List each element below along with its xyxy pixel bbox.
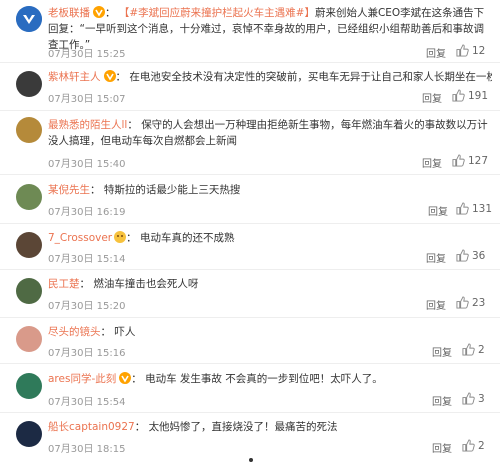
- comment-username[interactable]: ares同学-此刻: [48, 373, 116, 385]
- comment-text: 电动车真的还不成熟: [139, 232, 235, 244]
- verified-icon: [116, 372, 132, 385]
- comment-time: 07月30日 16:19: [48, 207, 126, 218]
- reply-button[interactable]: 回复: [432, 393, 452, 408]
- comment-username[interactable]: 老板联播: [48, 7, 90, 19]
- comment-username[interactable]: 民工楚: [48, 278, 80, 290]
- like-button[interactable]: 36: [456, 249, 485, 262]
- thumb-up-icon: [462, 439, 475, 452]
- comment-text: 电动车 发生事故 不会真的一步到位吧！太吓人了。: [145, 373, 383, 385]
- like-button[interactable]: 23: [456, 296, 485, 309]
- thumb-up-icon: [452, 89, 465, 102]
- thumb-up-icon: [456, 296, 469, 309]
- comment-text: 燃油车撞击也会死人呀: [93, 278, 199, 290]
- avatar[interactable]: [16, 184, 42, 210]
- comment-list: 老板联播： 【#李斌回应蔚来撞护栏起火车主遇难#】蔚来创始人兼CEO李斌在这条通…: [0, 0, 500, 459]
- avatar[interactable]: [16, 326, 42, 352]
- thumb-up-icon: [456, 249, 469, 262]
- like-count: 3: [478, 392, 485, 405]
- verified-icon: [101, 70, 116, 83]
- reply-button[interactable]: 回复: [432, 440, 452, 455]
- comment-text: 特斯拉的话最少能上三天热搜: [103, 184, 241, 196]
- comment-username[interactable]: 7_Crossover: [48, 232, 112, 244]
- comment-item: 紫林轩主人： 在电池安全技术没有决定性的突破前，买电车无异于让自己和家人长期坐在…: [0, 63, 500, 111]
- comment-item: 7_Crossover： 电动车真的还不成熟 07月30日 15:14 回复 3…: [0, 224, 500, 270]
- comment-item: 船长captain0927： 太他妈惨了，直接烧没了！最痛苦的死法 07月30日…: [0, 413, 500, 459]
- comment-time: 07月30日 15:54: [48, 397, 126, 408]
- like-button[interactable]: 127: [452, 154, 488, 167]
- comment-username[interactable]: 某倪先生: [48, 184, 90, 196]
- pagination-dot: [249, 458, 253, 462]
- reply-button[interactable]: 回复: [426, 250, 446, 265]
- comment-text: 吓人: [114, 326, 136, 338]
- comment-username[interactable]: 紫林轩主人: [48, 71, 101, 83]
- reply-button[interactable]: 回复: [426, 45, 446, 60]
- avatar[interactable]: [16, 71, 42, 97]
- comment-time: 07月30日 18:15: [48, 444, 126, 455]
- comment-username[interactable]: 尽头的镜头: [48, 326, 101, 338]
- like-count: 2: [478, 343, 485, 356]
- like-button[interactable]: 131: [456, 202, 492, 215]
- like-button[interactable]: 2: [462, 343, 485, 356]
- comment-username[interactable]: 最熟悉的陌生人ll: [48, 119, 127, 131]
- comment-item: ares同学-此刻： 电动车 发生事故 不会真的一步到位吧！太吓人了。 07月3…: [0, 364, 500, 413]
- smile-emoji-icon: [114, 231, 127, 243]
- logo-icon: [16, 6, 42, 32]
- like-count: 23: [472, 296, 486, 309]
- thumb-up-icon: [462, 343, 475, 356]
- comment-time: 07月30日 15:40: [48, 159, 126, 170]
- like-button[interactable]: 12: [456, 44, 485, 57]
- comment-item: 老板联播： 【#李斌回应蔚来撞护栏起火车主遇难#】蔚来创始人兼CEO李斌在这条通…: [0, 0, 500, 63]
- avatar[interactable]: [16, 373, 42, 399]
- comment-time: 07月30日 15:25: [48, 49, 126, 60]
- thumb-up-icon: [452, 154, 465, 167]
- like-count: 2: [478, 439, 485, 452]
- comment-time: 07月30日 15:16: [48, 348, 126, 359]
- like-button[interactable]: 191: [452, 89, 488, 102]
- avatar[interactable]: [16, 232, 42, 258]
- thumb-up-icon: [456, 44, 469, 57]
- thumb-up-icon: [456, 202, 469, 215]
- comment-username[interactable]: 船长captain0927: [48, 421, 135, 433]
- avatar[interactable]: [16, 6, 42, 32]
- comment-time: 07月30日 15:14: [48, 254, 126, 265]
- reply-button[interactable]: 回复: [428, 203, 448, 218]
- thumb-up-icon: [462, 392, 475, 405]
- comment-item: 尽头的镜头： 吓人 07月30日 15:16 回复 2: [0, 318, 500, 364]
- comment-item: 最熟悉的陌生人ll： 保守的人会想出一万种理由拒绝新生事物，每年燃油车着火的事故…: [0, 111, 500, 175]
- comment-time: 07月30日 15:20: [48, 301, 126, 312]
- like-button[interactable]: 3: [462, 392, 485, 405]
- comment-item: 民工楚： 燃油车撞击也会死人呀 07月30日 15:20 回复 23: [0, 270, 500, 318]
- like-count: 131: [472, 202, 493, 215]
- comment-time: 07月30日 15:07: [48, 94, 126, 105]
- like-count: 191: [468, 89, 489, 102]
- verified-icon: [90, 6, 105, 19]
- topic-tag[interactable]: 【#李斌回应蔚来撞护栏起火车主遇难#】: [119, 7, 315, 19]
- comment-item: 某倪先生： 特斯拉的话最少能上三天热搜 07月30日 16:19 回复 131: [0, 175, 500, 224]
- avatar[interactable]: [16, 421, 42, 447]
- avatar[interactable]: [16, 278, 42, 304]
- like-count: 127: [468, 154, 489, 167]
- like-button[interactable]: 2: [462, 439, 485, 452]
- reply-button[interactable]: 回复: [426, 297, 446, 312]
- reply-button[interactable]: 回复: [422, 90, 442, 105]
- like-count: 12: [472, 44, 486, 57]
- comment-text: 太他妈惨了，直接烧没了！最痛苦的死法: [148, 421, 338, 433]
- like-count: 36: [472, 249, 486, 262]
- avatar[interactable]: [16, 117, 42, 143]
- reply-button[interactable]: 回复: [432, 344, 452, 359]
- reply-button[interactable]: 回复: [422, 155, 442, 170]
- comment-text: 在电池安全技术没有决定性的突破前，买电车无异于让自己和家人长期坐在一枚燃烧弹上: [129, 71, 492, 83]
